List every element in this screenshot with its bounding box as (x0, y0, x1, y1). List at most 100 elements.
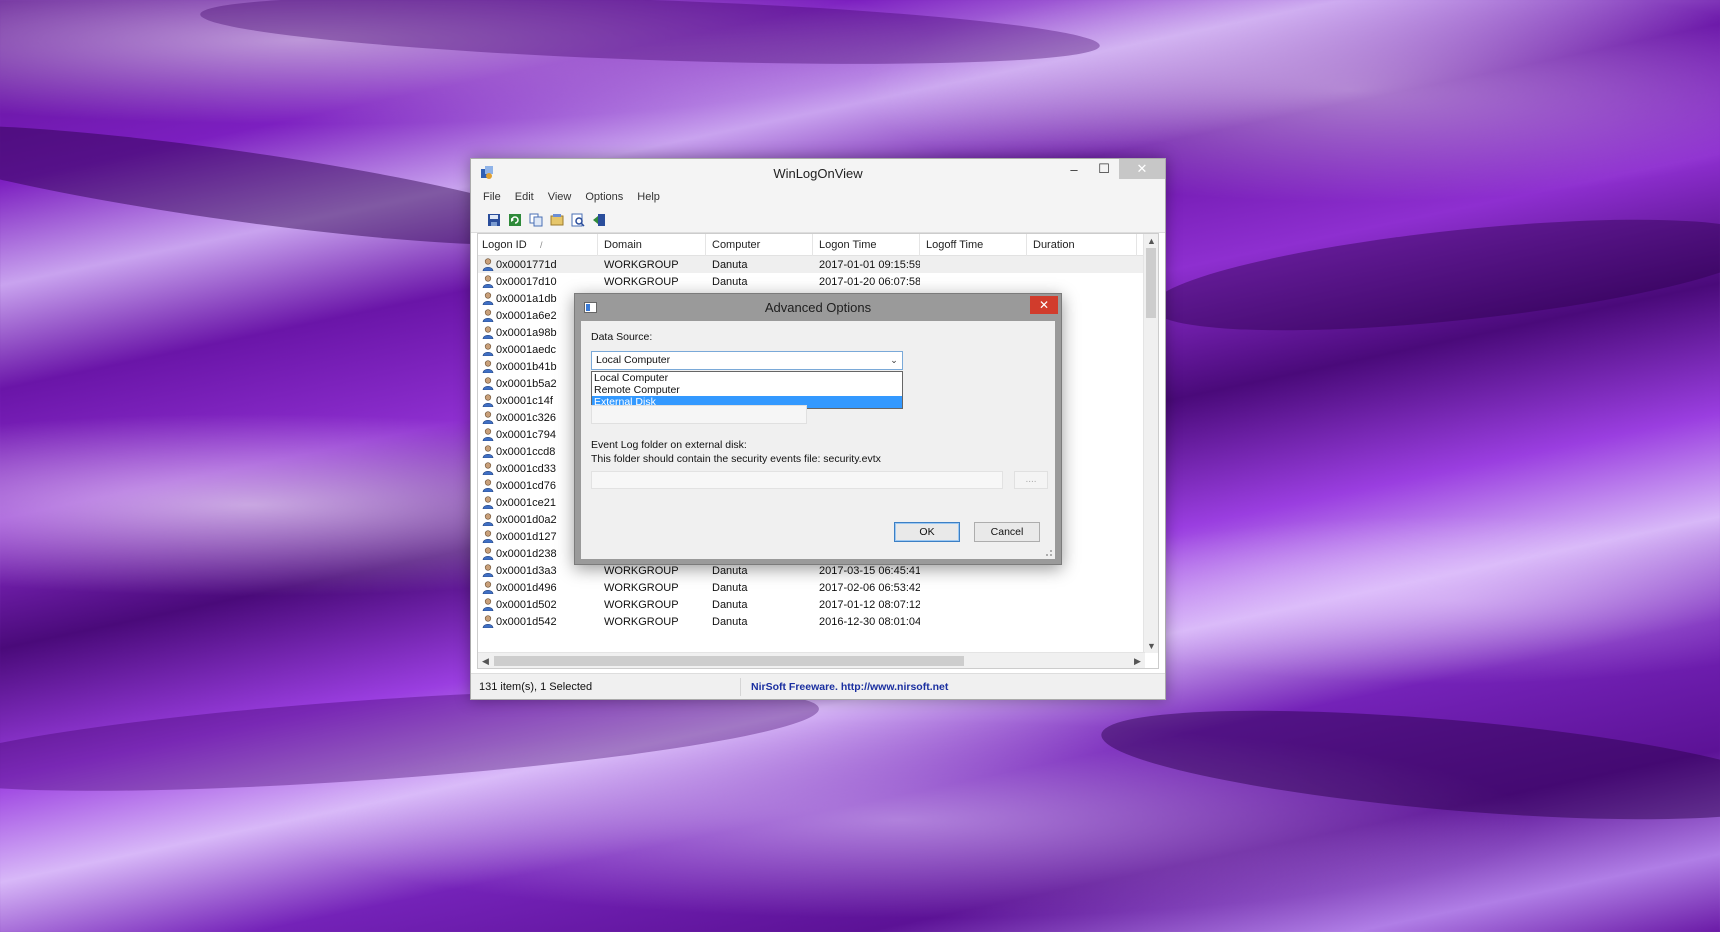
app-icon (481, 166, 493, 179)
computer-name-field (591, 405, 807, 424)
user-icon (482, 564, 494, 577)
properties-icon[interactable] (548, 211, 566, 229)
menu-options[interactable]: Options (585, 191, 623, 203)
menu-help[interactable]: Help (637, 191, 660, 203)
advanced-options-dialog: Advanced Options ✕ Data Source: Local Co… (574, 293, 1062, 565)
status-item-count: 131 item(s), 1 Selected (471, 677, 741, 696)
wallpaper-wave (1146, 197, 1720, 353)
menu-edit[interactable]: Edit (515, 191, 534, 203)
data-source-select[interactable]: Local Computer ⌄ (591, 351, 903, 370)
menu-file[interactable]: File (483, 191, 501, 203)
maximize-button[interactable]: ☐ (1089, 159, 1119, 179)
table-row[interactable]: 0x0001d542 WORKGROUP Danuta 2016-12-30 08:0… (478, 613, 1158, 630)
domain-cell: WORKGROUP (604, 581, 679, 594)
user-icon (482, 411, 494, 424)
cancel-button[interactable]: Cancel (974, 522, 1040, 542)
column-logoff-time[interactable]: Logoff Time (920, 234, 1027, 256)
dialog-body: Data Source: Local Computer ⌄ Local Comp… (581, 321, 1055, 559)
refresh-icon[interactable] (506, 211, 524, 229)
column-duration[interactable]: Duration (1027, 234, 1137, 256)
scroll-right-icon[interactable]: ▶ (1130, 654, 1145, 668)
option-remote-computer[interactable]: Remote Computer (592, 384, 902, 396)
user-icon (482, 513, 494, 526)
column-logon-id[interactable]: Logon ID / (478, 234, 598, 256)
table-row[interactable]: 0x0001d496 WORKGROUP Danuta 2017-02-06 06:5… (478, 579, 1158, 596)
column-computer[interactable]: Computer (706, 234, 813, 256)
exit-icon[interactable] (590, 211, 608, 229)
logon-id-cell: 0x0001d502 (478, 598, 598, 611)
save-icon[interactable] (485, 211, 503, 229)
user-icon (482, 428, 494, 441)
resize-grip-icon[interactable] (1043, 547, 1053, 557)
wallpaper-wave (1097, 689, 1720, 841)
data-source-dropdown: Local Computer Remote Computer External … (591, 371, 903, 409)
window-title: WinLogOnView (773, 165, 863, 181)
scroll-left-icon[interactable]: ◀ (478, 654, 493, 668)
logon-time-cell: 2017-01-12 08:07:12 (819, 598, 920, 611)
data-source-label: Data Source: (591, 331, 653, 343)
menu-view[interactable]: View (548, 191, 572, 203)
minimize-button[interactable]: – (1059, 159, 1089, 179)
list-header: Logon ID / Domain Computer Logon Time Lo… (478, 234, 1158, 256)
folder-label: Event Log folder on external disk: (591, 439, 747, 451)
computer-cell: Danuta (712, 258, 748, 271)
logon-time-cell: 2017-02-06 06:53:42 (819, 581, 920, 594)
close-button[interactable]: ✕ (1119, 159, 1165, 179)
user-icon (482, 496, 494, 509)
logon-id-cell: 0x0001771d (478, 258, 598, 271)
browse-button[interactable]: .... (1014, 471, 1048, 489)
column-domain[interactable]: Domain (598, 234, 706, 256)
domain-cell: WORKGROUP (604, 564, 679, 577)
logon-id-cell: 0x0001d3a3 (478, 564, 598, 577)
user-icon (482, 462, 494, 475)
table-row[interactable]: 0x00017d10 WORKGROUP Danuta 2017-01-20 06:0… (478, 273, 1158, 290)
dialog-title-bar[interactable]: Advanced Options ✕ (575, 294, 1061, 321)
user-icon (482, 547, 494, 560)
scroll-up-icon[interactable]: ▲ (1144, 234, 1158, 248)
domain-cell: WORKGROUP (604, 598, 679, 611)
menu-bar: File Edit View Options Help (471, 187, 1165, 207)
folder-path-input[interactable] (591, 471, 1003, 489)
vertical-scrollbar[interactable]: ▲ ▼ (1143, 234, 1158, 653)
user-icon (482, 598, 494, 611)
ok-button[interactable]: OK (894, 522, 960, 542)
option-local-computer[interactable]: Local Computer (592, 372, 902, 384)
logon-time-cell: 2016-12-30 08:01:04 (819, 615, 920, 628)
computer-cell: Danuta (712, 598, 748, 611)
table-row[interactable]: 0x0001771d WORKGROUP Danuta 2017-01-01 09:1… (478, 256, 1158, 273)
status-bar: 131 item(s), 1 Selected NirSoft Freeware… (471, 673, 1165, 699)
user-icon (482, 309, 494, 322)
find-icon[interactable] (569, 211, 587, 229)
vertical-scroll-thumb[interactable] (1146, 248, 1156, 318)
table-row[interactable]: 0x0001d502 WORKGROUP Danuta 2017-01-12 08:0… (478, 596, 1158, 613)
user-icon (482, 258, 494, 271)
copy-icon[interactable] (527, 211, 545, 229)
sort-indicator-icon: / (540, 240, 543, 250)
logon-time-cell: 2017-01-01 09:15:59 (819, 258, 920, 271)
user-icon (482, 581, 494, 594)
toolbar (471, 207, 1165, 233)
logon-time-cell: 2017-01-20 06:07:58 (819, 275, 920, 288)
dialog-title: Advanced Options (764, 300, 872, 315)
logon-time-cell: 2017-03-15 06:45:41 (819, 564, 920, 577)
user-icon (482, 343, 494, 356)
chevron-down-icon: ⌄ (890, 355, 898, 365)
folder-hint: This folder should contain the security … (591, 453, 881, 465)
logon-id-cell: 0x0001d496 (478, 581, 598, 594)
domain-cell: WORKGROUP (604, 258, 679, 271)
user-icon (482, 326, 494, 339)
dialog-window-icon (584, 302, 597, 313)
dialog-close-button[interactable]: ✕ (1030, 296, 1058, 314)
horizontal-scrollbar[interactable]: ◀ ▶ (478, 652, 1145, 668)
computer-cell: Danuta (712, 564, 748, 577)
user-icon (482, 615, 494, 628)
user-icon (482, 445, 494, 458)
column-logon-time[interactable]: Logon Time (813, 234, 920, 256)
computer-cell: Danuta (712, 275, 748, 288)
nirsoft-link[interactable]: NirSoft Freeware. http://www.nirsoft.net (741, 681, 948, 693)
title-bar[interactable]: WinLogOnView – ☐ ✕ (471, 159, 1165, 187)
horizontal-scroll-thumb[interactable] (494, 656, 964, 666)
scroll-down-icon[interactable]: ▼ (1144, 639, 1158, 653)
user-icon (482, 394, 494, 407)
computer-cell: Danuta (712, 581, 748, 594)
